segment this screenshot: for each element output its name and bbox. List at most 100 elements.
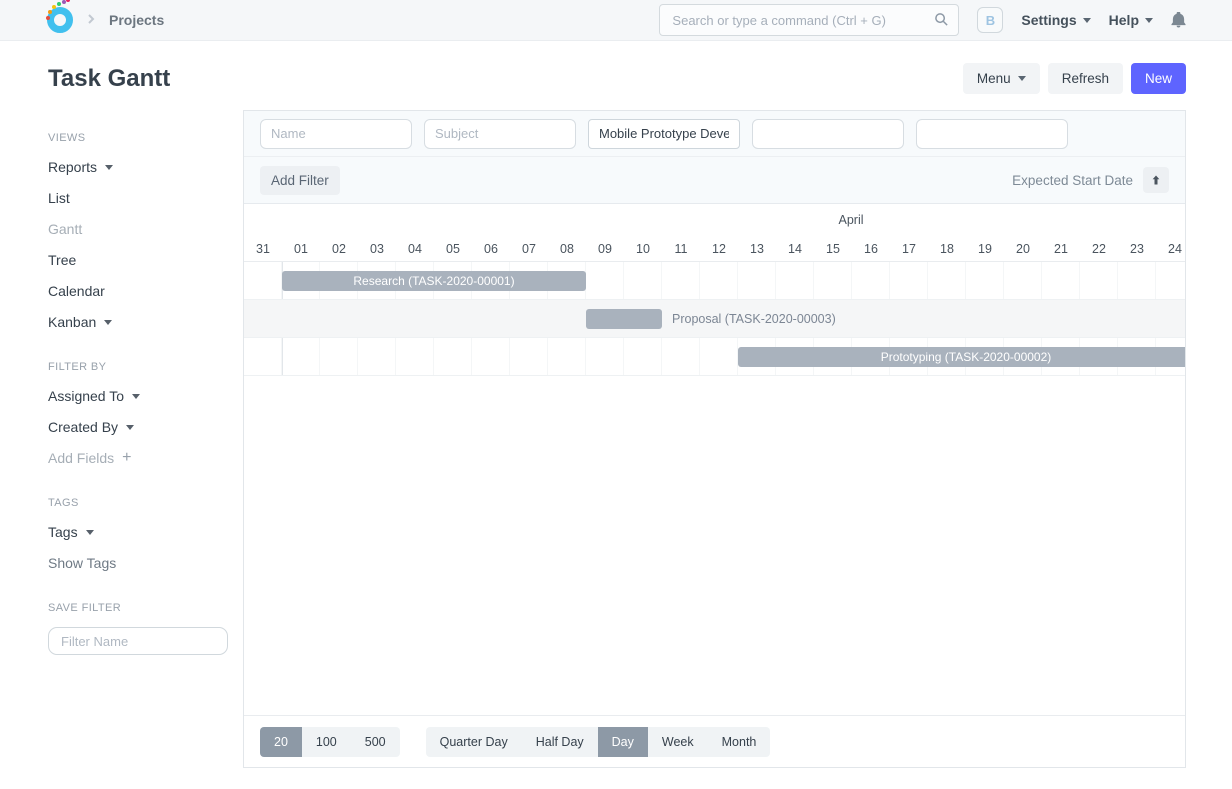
view-mode-month[interactable]: Month: [708, 727, 771, 757]
sidebar-item-label: List: [48, 190, 70, 206]
save-filter-heading: SAVE FILTER: [48, 602, 228, 614]
help-menu[interactable]: Help: [1109, 12, 1153, 28]
gantt-day-tick: 22: [1080, 242, 1118, 256]
gantt-day-tick: 17: [890, 242, 928, 256]
gantt-day-tick: 13: [738, 242, 776, 256]
sidebar-item-label: Created By: [48, 419, 118, 435]
search-input[interactable]: [659, 4, 959, 36]
sidebar-item-reports[interactable]: Reports: [48, 157, 228, 177]
refresh-button[interactable]: Refresh: [1048, 63, 1123, 94]
gantt-bar-proposal[interactable]: [586, 309, 662, 329]
view-mode-group: Quarter DayHalf DayDayWeekMonth: [426, 727, 771, 757]
chevron-down-icon: [126, 425, 134, 430]
filter-name-input[interactable]: [48, 627, 228, 655]
gantt-day-tick: 07: [510, 242, 548, 256]
avatar-letter: B: [986, 13, 995, 28]
sidebar-item-tags[interactable]: Tags: [48, 522, 228, 542]
page-length-20[interactable]: 20: [260, 727, 302, 757]
view-mode-half-day[interactable]: Half Day: [522, 727, 598, 757]
notifications-bell-icon[interactable]: [1171, 12, 1186, 28]
settings-menu[interactable]: Settings: [1021, 12, 1090, 28]
breadcrumb-projects[interactable]: Projects: [109, 12, 164, 28]
logo-dot: [48, 10, 52, 14]
add-filter-button[interactable]: Add Filter: [260, 166, 340, 195]
app-logo[interactable]: [47, 7, 73, 33]
filter-project-input[interactable]: [588, 119, 740, 149]
gantt-empty-area: [244, 376, 1185, 715]
gantt-rows: Research (TASK-2020-00001) Proposal (TASK…: [244, 261, 1185, 376]
tags-list: Tags Show Tags: [48, 522, 228, 573]
sidebar-item-tree[interactable]: Tree: [48, 250, 228, 270]
gantt-day-tick: 04: [396, 242, 434, 256]
gantt-day-tick: 12: [700, 242, 738, 256]
view-mode-week[interactable]: Week: [648, 727, 708, 757]
gantt-row-research: Research (TASK-2020-00001): [244, 262, 1185, 300]
gantt-day-tick: 20: [1004, 242, 1042, 256]
view-mode-day[interactable]: Day: [598, 727, 648, 757]
gantt-day-tick: 10: [624, 242, 662, 256]
page-length-group: 20100500: [260, 727, 400, 757]
menu-button[interactable]: Menu: [963, 63, 1040, 94]
sidebar-item-label: Reports: [48, 159, 97, 175]
sort-direction-button[interactable]: [1143, 167, 1169, 193]
sidebar-item-label: Tags: [48, 524, 78, 540]
page-length-100[interactable]: 100: [302, 727, 351, 757]
filter-input-5[interactable]: [916, 119, 1068, 149]
filter-bar: [244, 111, 1185, 157]
chevron-down-icon: [104, 320, 112, 325]
chevron-down-icon: [132, 394, 140, 399]
gantt-bar-research[interactable]: Research (TASK-2020-00001): [282, 271, 586, 291]
sidebar-item-gantt[interactable]: Gantt: [48, 219, 228, 239]
avatar[interactable]: B: [977, 7, 1003, 33]
tags-heading: TAGS: [48, 497, 228, 509]
gantt-row-proposal: Proposal (TASK-2020-00003): [244, 300, 1185, 338]
gantt-day-tick: 15: [814, 242, 852, 256]
sidebar: VIEWS ReportsListGanttTreeCalendarKanban…: [0, 110, 243, 768]
gantt-day-tick: 19: [966, 242, 1004, 256]
help-label: Help: [1109, 12, 1139, 28]
sidebar-item-show-tags[interactable]: Show Tags: [48, 553, 228, 573]
views-list: Reports List Gantt Tree Calendar Kanban: [48, 157, 228, 332]
sort-row: Add Filter Expected Start Date: [244, 157, 1185, 204]
sidebar-item-add-fields[interactable]: Add Fields+: [48, 448, 228, 468]
sidebar-item-label: Tree: [48, 252, 76, 268]
global-search: [659, 4, 959, 36]
gantt-month-label: April: [838, 213, 863, 227]
gantt-day-tick: 16: [852, 242, 890, 256]
sidebar-item-assigned-to[interactable]: Assigned To: [48, 386, 228, 406]
gantt-bar-label: Proposal (TASK-2020-00003): [672, 300, 836, 338]
filter-name-column-input[interactable]: [260, 119, 412, 149]
gantt-day-tick: 24: [1156, 242, 1186, 256]
chevron-right-icon: [85, 12, 97, 28]
plus-icon: +: [122, 449, 131, 467]
filter-input-4[interactable]: [752, 119, 904, 149]
settings-label: Settings: [1021, 12, 1076, 28]
page-title: Task Gantt: [48, 65, 170, 93]
sidebar-item-list[interactable]: List: [48, 188, 228, 208]
gantt-day-tick: 06: [472, 242, 510, 256]
filter-subject-input[interactable]: [424, 119, 576, 149]
sort-field-label[interactable]: Expected Start Date: [1012, 173, 1133, 188]
gantt-day-tick: 09: [586, 242, 624, 256]
sidebar-item-created-by[interactable]: Created By: [48, 417, 228, 437]
gantt-bar-prototyping[interactable]: Prototyping (TASK-2020-00002): [738, 347, 1186, 367]
view-mode-quarter-day[interactable]: Quarter Day: [426, 727, 522, 757]
sidebar-item-calendar[interactable]: Calendar: [48, 281, 228, 301]
navbar: Projects B Settings Help: [0, 0, 1232, 41]
page-length-500[interactable]: 500: [351, 727, 400, 757]
sidebar-item-label: Show Tags: [48, 555, 116, 571]
new-button[interactable]: New: [1131, 63, 1186, 94]
chevron-down-icon: [1083, 18, 1091, 23]
gantt-day-tick: 05: [434, 242, 472, 256]
arrow-up-icon: [1150, 174, 1162, 186]
gantt-header: April 3101020304050607080910111213141516…: [244, 204, 1185, 261]
gantt-day-tick: 23: [1118, 242, 1156, 256]
gantt-day-tick: 11: [662, 242, 700, 256]
page-header: Task Gantt Menu Refresh New: [0, 41, 1232, 110]
gantt-day-tick: 08: [548, 242, 586, 256]
sidebar-item-kanban[interactable]: Kanban: [48, 312, 228, 332]
filter-by-list: Assigned To Created By Add Fields+: [48, 386, 228, 468]
chevron-down-icon: [105, 165, 113, 170]
gantt-panel: Add Filter Expected Start Date April 310…: [243, 110, 1186, 768]
gantt-day-tick: 21: [1042, 242, 1080, 256]
